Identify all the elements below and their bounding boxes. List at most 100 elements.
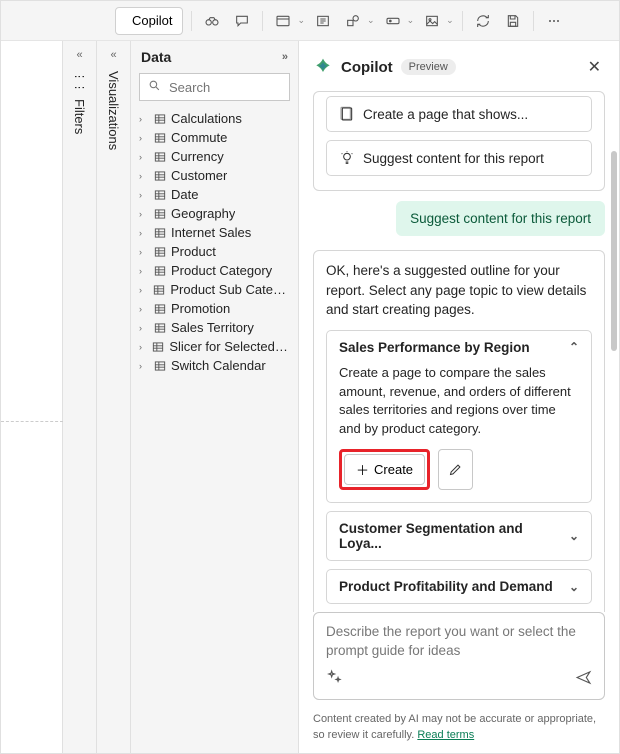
starter-suggest-content[interactable]: Suggest content for this report (326, 140, 592, 176)
table-icon (153, 226, 167, 240)
suggestion-item: Customer Segmentation and Loya...⌄ (326, 511, 592, 561)
report-canvas-edge (1, 41, 63, 753)
close-icon[interactable]: ✕ (584, 53, 605, 81)
edit-button[interactable] (438, 449, 473, 490)
table-item[interactable]: › Sales Territory (135, 318, 294, 337)
table-icon (153, 302, 167, 316)
create-button[interactable]: ＋ Create (344, 454, 425, 485)
table-icon (153, 359, 167, 373)
table-item[interactable]: ›Slicer for Selected Mea... (135, 337, 294, 356)
save-icon[interactable] (501, 9, 525, 33)
create-label: Create (374, 462, 413, 477)
sparkle-icon[interactable] (326, 669, 343, 689)
visualizations-label: Visualizations (106, 71, 121, 150)
send-icon[interactable] (575, 669, 592, 689)
table-label: Slicer for Selected Mea... (169, 339, 290, 354)
caret-down-icon[interactable]: ⌄ (297, 15, 305, 26)
collapse-left-icon[interactable]: « (76, 49, 82, 61)
suggestion-header[interactable]: Customer Segmentation and Loya...⌄ (327, 512, 591, 560)
data-tree: ›Calculations›Commute›Currency›Customer›… (131, 107, 298, 377)
suggestion-item: Sales Performance by Region⌃Create a pag… (326, 330, 592, 503)
starter-row-label: Create a page that shows... (363, 107, 528, 122)
table-label: Commute (171, 130, 227, 145)
starter-create-page[interactable]: Create a page that shows... (326, 96, 592, 132)
chevron-right-icon: › (139, 114, 149, 124)
table-item[interactable]: ›Calculations (135, 109, 294, 128)
chevron-down-icon: ⌄ (569, 580, 579, 594)
table-item[interactable]: ›Product Sub Category (135, 280, 294, 299)
table-item[interactable]: › Switch Calendar (135, 356, 294, 375)
table-icon (153, 131, 167, 145)
data-panel: Data » ›Calculations›Commute›Currency›Cu… (131, 41, 299, 753)
copilot-body: Create a page that shows... Suggest cont… (299, 91, 619, 612)
chevron-right-icon: › (139, 285, 148, 295)
top-toolbar: Copilot ⌄ ⌄ ⌄ ⌄ (1, 1, 619, 41)
chevron-right-icon: › (139, 190, 149, 200)
disclaimer: Content created by AI may not be accurat… (299, 708, 619, 753)
visualizations-rail[interactable]: « Visualizations (97, 41, 131, 753)
starter-row-label: Suggest content for this report (363, 151, 544, 166)
comment-icon[interactable] (230, 9, 254, 33)
caret-down-icon[interactable]: ⌄ (407, 15, 415, 26)
suggestion-header[interactable]: Sales Performance by Region⌃ (327, 331, 591, 364)
chevron-right-icon: › (139, 152, 149, 162)
user-message: Suggest content for this report (396, 201, 605, 236)
chevron-right-icon: › (139, 323, 149, 333)
copilot-toolbar-button[interactable]: Copilot (115, 7, 183, 35)
prompt-input[interactable]: Describe the report you want or select t… (313, 612, 605, 700)
read-terms-link[interactable]: Read terms (417, 729, 474, 741)
shapes-icon[interactable] (341, 9, 365, 33)
suggestion-header[interactable]: Product Profitability and Demand⌄ (327, 570, 591, 603)
table-icon (151, 340, 165, 354)
chevron-right-icon: › (139, 361, 149, 371)
table-item[interactable]: › Internet Sales (135, 223, 294, 242)
layout-icon[interactable] (271, 9, 295, 33)
starter-card: Create a page that shows... Suggest cont… (313, 91, 605, 191)
caret-down-icon[interactable]: ⌄ (446, 15, 454, 26)
table-icon (153, 169, 167, 183)
scrollbar[interactable] (611, 151, 617, 351)
copilot-toolbar-label: Copilot (132, 13, 172, 28)
chevron-right-icon: › (139, 247, 149, 257)
chevron-right-icon: › (139, 266, 149, 276)
chevron-right-icon: › (139, 228, 149, 238)
table-icon (153, 321, 167, 335)
filters-rail[interactable]: « ⋮⋮Filters (63, 41, 97, 753)
table-label: Currency (171, 149, 224, 164)
chevron-right-icon: › (139, 304, 149, 314)
data-search[interactable] (139, 73, 290, 101)
more-icon[interactable] (542, 9, 566, 33)
copilot-panel: Copilot Preview ✕ Create a page that sho… (299, 41, 619, 753)
preview-badge: Preview (401, 59, 456, 75)
text-box-icon[interactable] (311, 9, 335, 33)
table-label: Customer (171, 168, 227, 183)
table-item[interactable]: ›Product (135, 242, 294, 261)
buttons-icon[interactable] (381, 9, 405, 33)
collapse-left-icon[interactable]: « (110, 49, 116, 61)
copilot-logo-icon (313, 57, 333, 77)
suggestion-body: Create a page to compare the sales amoun… (327, 364, 591, 502)
table-label: Geography (171, 206, 235, 221)
image-icon[interactable] (420, 9, 444, 33)
table-item[interactable]: ›Commute (135, 128, 294, 147)
table-item[interactable]: ›Product Category (135, 261, 294, 280)
table-label: Promotion (171, 301, 230, 316)
table-label: Switch Calendar (171, 358, 266, 373)
chevron-right-icon: › (139, 171, 149, 181)
create-highlight: ＋ Create (339, 449, 430, 490)
table-item[interactable]: › Customer (135, 166, 294, 185)
binoculars-icon[interactable] (200, 9, 224, 33)
table-label: Sales Territory (171, 320, 254, 335)
table-label: Internet Sales (171, 225, 251, 240)
refresh-icon[interactable] (471, 9, 495, 33)
table-item[interactable]: › Currency (135, 147, 294, 166)
filters-label: Filters (72, 99, 87, 134)
table-item[interactable]: ›Geography (135, 204, 294, 223)
table-item[interactable]: › Date (135, 185, 294, 204)
table-icon (153, 245, 167, 259)
table-item[interactable]: › Promotion (135, 299, 294, 318)
caret-down-icon[interactable]: ⌄ (367, 15, 375, 26)
collapse-right-icon[interactable]: » (282, 51, 288, 63)
table-label: Date (171, 187, 198, 202)
plus-icon: ＋ (356, 460, 369, 479)
